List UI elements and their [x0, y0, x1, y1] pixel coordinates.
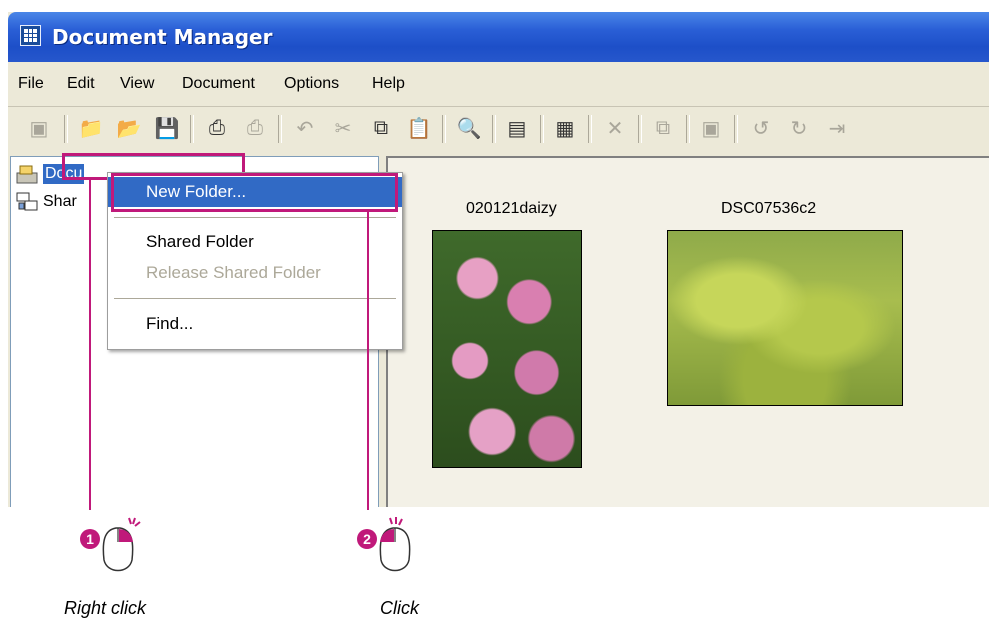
rotate-left-icon[interactable]: ↺ — [748, 115, 774, 141]
step-caption: Click — [380, 598, 419, 618]
paste-icon[interactable]: 📋 — [406, 115, 432, 141]
rotate-right-icon[interactable]: ↻ — [786, 115, 812, 141]
mouse-right-click-icon — [99, 512, 147, 587]
title-bar[interactable]: Document Manager — [8, 12, 989, 62]
menu-edit[interactable]: Edit — [67, 75, 95, 93]
properties-icon[interactable]: ▣ — [26, 115, 52, 141]
drive-icon — [15, 163, 39, 185]
menu-view[interactable]: View — [120, 75, 154, 93]
toolbar-separator — [442, 115, 446, 143]
callout-line — [89, 180, 91, 510]
step-number-badge: 1 — [80, 529, 100, 549]
release-shared-folder-menu-item: Release Shared Folder — [146, 263, 321, 282]
print-icon[interactable]: ⎙ — [242, 115, 268, 141]
menu-options[interactable]: Options — [284, 75, 339, 93]
mouse-left-click-icon — [376, 512, 424, 587]
tree-item-shared[interactable]: Shar — [15, 191, 77, 213]
details-view-icon[interactable]: ▤ — [504, 115, 530, 141]
open-folder-icon[interactable]: 📂 — [116, 115, 142, 141]
thumbnail-label: DSC07536c2 — [721, 200, 817, 217]
thumbnail-view-icon[interactable]: ▦ — [552, 115, 578, 141]
cut-icon[interactable]: ✂ — [330, 115, 356, 141]
menu-item-highlight — [111, 173, 398, 212]
step-caption: Right click — [64, 598, 147, 618]
toolbar-separator — [686, 115, 690, 143]
delete-icon[interactable]: ✕ — [602, 115, 628, 141]
window-title: Document Manager — [52, 25, 273, 49]
toolbar-separator — [638, 115, 642, 143]
toolbar-separator — [588, 115, 592, 143]
menu-separator — [114, 217, 396, 218]
menu-file[interactable]: File — [18, 75, 44, 93]
callout-line — [367, 212, 369, 510]
undo-icon[interactable]: ↶ — [292, 115, 318, 141]
toolbar-separator — [190, 115, 194, 143]
toolbar-separator — [278, 115, 282, 143]
scan-icon[interactable]: ⎙ — [204, 115, 230, 141]
rapeseed-thumbnail[interactable] — [667, 230, 903, 406]
page-icon[interactable]: ▣ — [698, 115, 724, 141]
step-number-badge: 2 — [357, 529, 377, 549]
save-icon[interactable]: 💾 — [154, 115, 180, 141]
menu-help[interactable]: Help — [372, 75, 405, 93]
toolbar-separator — [64, 115, 68, 143]
app-icon — [20, 25, 41, 46]
find-menu-item[interactable]: Find... — [108, 309, 402, 339]
toolbar-separator — [540, 115, 544, 143]
thumbnail-panel: 020121daizy DSC07536c2 — [386, 156, 989, 507]
next-page-icon[interactable]: ⇥ — [824, 115, 850, 141]
new-folder-icon[interactable]: 📁 — [78, 115, 104, 141]
thumbnail-label: 020121daizy — [466, 200, 557, 217]
copy-icon[interactable]: ⧉ — [368, 115, 394, 141]
shared-folder-menu-item[interactable]: Shared Folder — [108, 227, 402, 257]
duplicate-icon[interactable]: ⧉ — [650, 115, 676, 141]
shared-folder-icon — [15, 191, 39, 213]
menu-bar: File Edit View Document Options Help — [8, 70, 989, 100]
daisy-thumbnail[interactable] — [432, 230, 582, 468]
toolbar-separator — [492, 115, 496, 143]
toolbar-separator — [734, 115, 738, 143]
menu-separator — [114, 298, 396, 299]
toolbar: ▣ 📁 📂 💾 ⎙ ⎙ ↶ ✂ ⧉ 📋 🔍 ▤ ▦ ✕ ⧉ ▣ ↺ ↻ ⇥ — [8, 107, 989, 151]
zoom-icon[interactable]: 🔍 — [456, 115, 482, 141]
menu-document[interactable]: Document — [182, 75, 255, 93]
